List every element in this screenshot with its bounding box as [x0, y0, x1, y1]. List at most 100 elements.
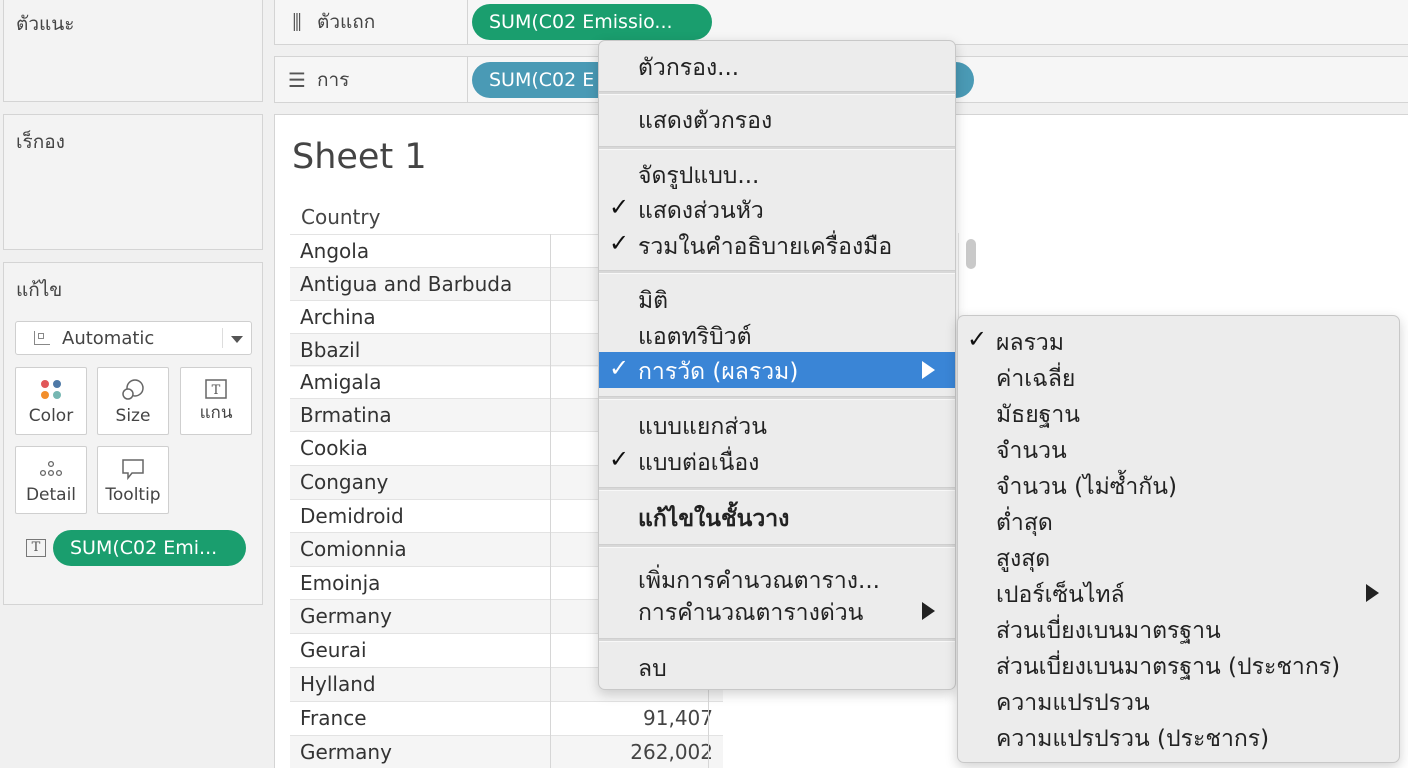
submenu-item-label: ส่วนเบี่ยงเบนมาตรฐาน	[996, 618, 1221, 644]
menu-item[interactable]: จัดรูปแบบ...	[599, 156, 955, 192]
menu-separator	[599, 544, 955, 548]
country-cell: Comionnia	[300, 537, 407, 561]
menu-separator	[599, 638, 955, 642]
menu-item-label: แก้ไขในชั้นวาง	[638, 506, 790, 532]
country-cell: Demidroid	[300, 504, 404, 528]
submenu-item[interactable]: ความแปรปรวน (ประชากร)	[958, 719, 1399, 755]
table-row[interactable]: Germany 262,002	[290, 735, 723, 768]
menu-item-label: การวัด (ผลรวม)	[638, 359, 799, 385]
pages-panel: ตัวแนะ	[3, 0, 263, 102]
pill-context-menu: ตัวกรอง... แสดงตัวกรอง จัดรูปแบบ... ✓ แสดงส่…	[598, 40, 956, 690]
label-mark-label: แกน	[199, 403, 233, 423]
menu-item-label: แสดงตัวกรอง	[638, 108, 773, 134]
columns-icon: ⫼	[292, 9, 302, 34]
tooltip-mark-button[interactable]: Tooltip	[97, 446, 169, 514]
menu-separator	[599, 146, 955, 150]
submenu-arrow-icon	[922, 602, 935, 620]
menu-item-label: ลบ	[638, 656, 667, 682]
checkmark-icon: ✓	[967, 325, 988, 353]
country-cell: Brmatina	[300, 403, 392, 427]
filters-panel[interactable]: เร็กอง	[3, 114, 263, 250]
country-cell: Hylland	[300, 672, 376, 696]
automatic-mark-icon	[34, 331, 50, 345]
marks-panel: แก้ไข Automatic Color Size T แกน Detail …	[3, 262, 263, 605]
submenu-item[interactable]: ส่วนเบี่ยงเบนมาตรฐาน (ประชากร)	[958, 647, 1399, 683]
menu-separator	[599, 270, 955, 274]
rows-shelf-header: ☰ การ	[275, 57, 468, 102]
submenu-item-label: จำนวน (ไม่ซ้ำกัน)	[996, 474, 1177, 500]
detail-mark-button[interactable]: Detail	[15, 446, 87, 514]
menu-separator	[599, 91, 955, 95]
filters-panel-title: เร็กอง	[16, 131, 65, 153]
submenu-item[interactable]: จำนวน	[958, 431, 1399, 467]
menu-item[interactable]: แสดงตัวกรอง	[599, 101, 955, 137]
table-row[interactable]: France 91,407	[290, 701, 723, 735]
submenu-item[interactable]: ค่าเฉลี่ย	[958, 359, 1399, 395]
mark-type-dropdown[interactable]: Automatic	[15, 321, 252, 355]
color-mark-button[interactable]: Color	[15, 367, 87, 435]
submenu-item-label: สูงสุด	[996, 546, 1051, 572]
checkmark-icon: ✓	[609, 229, 630, 257]
measure-aggregation-submenu: ✓ ผลรวม ค่าเฉลี่ยมัธยฐานจำนวนจำนวน (ไม่ซ้ำ…	[957, 315, 1400, 763]
detail-dots-icon	[39, 460, 63, 477]
menu-item[interactable]: ✓ แบบต่อเนื่อง	[599, 443, 955, 479]
country-cell: Emoinja	[300, 571, 381, 595]
sheet-title[interactable]: Sheet 1	[292, 137, 427, 177]
table-column-divider	[550, 234, 551, 768]
rows-shelf-label: การ	[317, 68, 350, 91]
submenu-item[interactable]: ✓ ผลรวม	[958, 323, 1399, 359]
columns-field-pill[interactable]: SUM(C02 Emissio...	[472, 4, 712, 40]
menu-item-label: แบบแยกส่วน	[638, 414, 767, 440]
menu-item-label: แสดงส่วนหัว	[638, 198, 764, 224]
color-palette-icon	[41, 380, 61, 399]
menu-item-label: แบบต่อเนื่อง	[638, 450, 760, 476]
submenu-item[interactable]: ต่ำสุด	[958, 503, 1399, 539]
submenu-item-label: ต่ำสุด	[996, 510, 1053, 536]
submenu-item[interactable]: มัธยฐาน	[958, 395, 1399, 431]
menu-item[interactable]: ✓ การวัด (ผลรวม)	[599, 352, 955, 388]
menu-item[interactable]: ✓ รวมในคำอธิบายเครื่องมือ	[599, 227, 955, 263]
submenu-item-label: เปอร์เซ็นไทล์	[996, 582, 1125, 608]
vertical-scrollbar[interactable]	[958, 233, 982, 323]
submenu-item[interactable]: สูงสุด	[958, 539, 1399, 575]
chevron-down-icon[interactable]	[231, 336, 243, 343]
mark-type-value: Automatic	[62, 327, 155, 349]
submenu-item[interactable]: ส่วนเบี่ยงเบนมาตรฐาน	[958, 611, 1399, 647]
text-encoding-icon[interactable]: T	[26, 539, 46, 557]
menu-item[interactable]: แอตทริบิวต์	[599, 317, 955, 353]
pages-panel-title: ตัวแนะ	[16, 13, 75, 35]
menu-item[interactable]: แก้ไขในชั้นวาง	[599, 499, 955, 535]
size-mark-button[interactable]: Size	[97, 367, 169, 435]
menu-separator	[599, 487, 955, 491]
submenu-item[interactable]: ความแปรปรวน	[958, 683, 1399, 719]
menu-item[interactable]: การคำนวณตารางด่วน	[599, 593, 955, 629]
menu-item[interactable]: ลบ	[599, 649, 955, 685]
label-mark-button[interactable]: T แกน	[180, 367, 252, 435]
menu-item[interactable]: แบบแยกส่วน	[599, 407, 955, 443]
submenu-item-label: มัธยฐาน	[996, 402, 1081, 428]
svg-text:T: T	[212, 383, 221, 398]
country-cell: Germany	[300, 604, 392, 628]
tableau-workspace: ตัวแนะ เร็กอง แก้ไข Automatic Color Size	[0, 0, 1408, 768]
marks-field-pill[interactable]: SUM(C02 Emi...	[53, 530, 246, 566]
checkmark-icon: ✓	[609, 354, 630, 382]
column-header-country[interactable]: Country	[301, 205, 380, 229]
submenu-item[interactable]: เปอร์เซ็นไทล์	[958, 575, 1399, 611]
checkmark-icon: ✓	[609, 445, 630, 473]
size-circles-icon	[122, 379, 144, 400]
columns-shelf-header: ⫼ ตัวแถก	[275, 0, 468, 44]
submenu-item[interactable]: จำนวน (ไม่ซ้ำกัน)	[958, 467, 1399, 503]
country-cell: Cookia	[300, 436, 368, 460]
country-cell: Bbazil	[300, 338, 361, 362]
submenu-item-label: จำนวน	[996, 438, 1067, 464]
menu-item[interactable]: เพิ่มการคำนวณตาราง...	[599, 561, 955, 597]
color-mark-label: Color	[28, 406, 74, 426]
country-cell: Congany	[300, 470, 389, 494]
submenu-item-label: ความแปรปรวน	[996, 690, 1150, 716]
menu-item[interactable]: ตัวกรอง...	[599, 48, 955, 84]
menu-item[interactable]: ✓ แสดงส่วนหัว	[599, 191, 955, 227]
columns-shelf: ⫼ ตัวแถก SUM(C02 Emissio...	[274, 0, 1408, 45]
menu-item[interactable]: มิติ	[599, 281, 955, 317]
scrollbar-thumb[interactable]	[966, 239, 976, 269]
menu-item-label: การคำนวณตารางด่วน	[638, 600, 864, 626]
